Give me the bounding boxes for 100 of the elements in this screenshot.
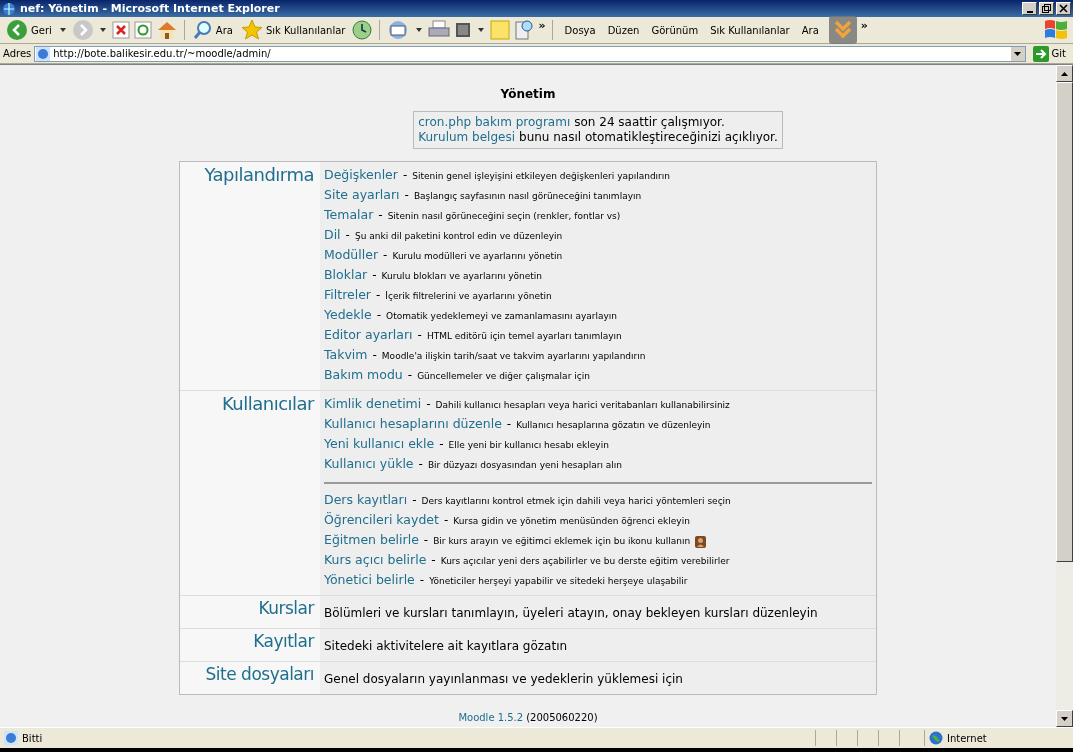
- admin-link[interactable]: Bloklar: [324, 267, 368, 282]
- dash-separator: -: [506, 417, 512, 431]
- section-description: Genel dosyaların yayınlanması ve yedeklerin yüklemesi için: [324, 671, 684, 688]
- overflow-chevron[interactable]: »: [538, 19, 546, 32]
- admin-link[interactable]: Öğrencileri kaydet: [324, 512, 439, 527]
- dash-separator: -: [345, 228, 350, 242]
- dash-separator: -: [372, 268, 377, 282]
- dash-separator: -: [419, 573, 425, 587]
- admin-link[interactable]: Ders kayıtları: [324, 492, 408, 507]
- admin-link[interactable]: Kullanıcı hesaplarını düzenle: [324, 416, 502, 431]
- menu-item[interactable]: Dosya: [558, 24, 602, 36]
- download-icon[interactable]: [828, 16, 857, 44]
- history-icon[interactable]: [351, 19, 374, 41]
- admin-link[interactable]: Bakım modu: [324, 367, 403, 382]
- page-icon: [4, 731, 18, 745]
- link-description: Güncellemeler ve diğer çalışmalar için: [417, 371, 590, 381]
- admin-link[interactable]: Editor ayarları: [324, 327, 413, 342]
- notice-link[interactable]: cron.php bakım programı: [418, 115, 571, 130]
- dash-separator: -: [417, 328, 422, 342]
- globe-icon: [2, 1, 16, 16]
- section-link[interactable]: Yapılandırma: [204, 164, 314, 185]
- admin-link[interactable]: Modüller: [324, 247, 379, 262]
- close-icon: [1059, 4, 1068, 13]
- dash-separator: -: [378, 208, 383, 222]
- search-button[interactable]: Ara: [190, 20, 235, 40]
- admin-link[interactable]: Site ayarları: [324, 187, 400, 202]
- section-link[interactable]: Kullanıcılar: [221, 393, 314, 414]
- status-text: Bitti: [22, 732, 43, 744]
- restore-icon: [1042, 4, 1051, 13]
- star-icon: [240, 19, 263, 41]
- dash-separator: -: [383, 248, 388, 262]
- admin-link[interactable]: Değişkenler: [324, 167, 398, 182]
- admin-link[interactable]: Kurs açıcı belirle: [324, 552, 427, 567]
- version-link[interactable]: Moodle 1.5.2: [458, 712, 524, 723]
- admin-link[interactable]: Takvim: [324, 347, 368, 362]
- version-number: (2005060220): [526, 712, 598, 723]
- stop-icon[interactable]: [111, 21, 130, 39]
- menu-item[interactable]: Sık Kullanılanlar: [704, 24, 796, 36]
- link-description: Bir kurs arayın ve eğitimci eklemek için bu ikonu kullanın: [433, 536, 691, 546]
- scroll-down-icon[interactable]: [1061, 716, 1068, 721]
- link-description: HTML editörü için temel ayarları tanımlayın: [426, 331, 622, 341]
- admin-link[interactable]: Yönetici belirle: [324, 572, 415, 587]
- link-description: Yöneticiler herşeyi yapabilir ve sitedeki herşeye ulaşabilir: [429, 576, 688, 586]
- notice-link[interactable]: Kurulum belgesi: [418, 130, 515, 145]
- window-title: nef: Yönetim - Microsoft Internet Explorer: [20, 2, 281, 15]
- link-description: Otomatik yedeklemeyi ve zamanlamasını ayarlayın: [386, 311, 617, 321]
- admin-link[interactable]: Kullanıcı yükle: [324, 456, 414, 471]
- link-description: Dahili kullanıcı hesapları veya harici veritabanları kullanabilirsiniz: [435, 400, 730, 410]
- menu-item[interactable]: Düzen: [601, 24, 646, 36]
- document-icon[interactable]: [454, 21, 473, 39]
- section-description: Sitedeki aktivitelere ait kayıtlara gözatın: [324, 638, 569, 655]
- maximize-button[interactable]: [1039, 2, 1054, 15]
- menu-item[interactable]: Görünüm: [645, 24, 705, 36]
- globe-icon: [929, 731, 943, 745]
- dash-separator: -: [443, 513, 449, 527]
- caret-icon[interactable]: [478, 28, 485, 32]
- vertical-scrollbar[interactable]: [1056, 65, 1073, 727]
- security-zone: Internet: [947, 732, 987, 744]
- refresh-icon[interactable]: [133, 21, 152, 39]
- admin-link[interactable]: Kimlik denetimi: [324, 396, 422, 411]
- arrow-icon: [1032, 45, 1049, 62]
- link-description: Kurulu blokları ve ayarlarını yönetin: [381, 271, 543, 281]
- dash-separator: -: [407, 368, 413, 382]
- admin-link[interactable]: Filtreler: [324, 287, 371, 302]
- notice-text: bunu nasıl otomatikleştireceğinizi açıklıyor.: [519, 130, 778, 145]
- dash-separator: -: [404, 188, 409, 202]
- admin-link[interactable]: Yedekle: [324, 307, 372, 322]
- dash-separator: -: [376, 288, 381, 302]
- link-description: Kullanıcı hesaplarına gözatın ve düzenleyin: [516, 420, 711, 430]
- printer-icon[interactable]: [428, 20, 451, 40]
- address-field[interactable]: http://bote.balikesir.edu.tr/~moodle/admin/: [34, 45, 1026, 62]
- overflow-chevron[interactable]: »: [860, 19, 868, 32]
- user-icon: [695, 536, 707, 548]
- research-icon[interactable]: [514, 19, 535, 41]
- dash-separator: -: [418, 457, 423, 471]
- dash-separator: -: [372, 348, 377, 362]
- dropdown-arrow-icon[interactable]: [1014, 51, 1022, 56]
- notice-text: son 24 saattir çalışmıyor.: [574, 115, 725, 130]
- go-button[interactable]: Git: [1028, 45, 1070, 62]
- back-button[interactable]: Geri: [4, 19, 54, 41]
- admin-link[interactable]: Dil: [324, 227, 341, 242]
- dash-separator: -: [423, 533, 429, 547]
- caret-icon[interactable]: [416, 28, 423, 32]
- link-description: Şu anki dil paketini kontrol edin ve düzenleyin: [354, 231, 563, 241]
- scroll-up-icon[interactable]: [1061, 71, 1068, 76]
- caret-icon[interactable]: [59, 28, 66, 32]
- admin-link[interactable]: Eğitmen belirle: [324, 532, 419, 547]
- menu-item[interactable]: Ara: [795, 24, 825, 36]
- page-heading: Yönetim: [500, 87, 556, 101]
- link-description: Sitenin nasıl görüneceğini seçin (renkler, fontlar vs): [387, 211, 621, 221]
- favorites-button[interactable]: Sık Kullanılanlar: [238, 19, 348, 41]
- caret-icon[interactable]: [99, 28, 106, 32]
- link-description: Kursa gidin ve yönetim menüsünden öğrenci ekleyin: [453, 516, 690, 526]
- admin-link[interactable]: Yeni kullanıcı ekle: [324, 436, 435, 451]
- page-icon: [36, 46, 51, 61]
- minimize-button[interactable]: [1022, 2, 1037, 15]
- link-description: Elle yeni bir kullanıcı hesabı ekleyin: [448, 440, 609, 450]
- close-button[interactable]: [1056, 2, 1071, 15]
- admin-link[interactable]: Temalar: [324, 207, 374, 222]
- link-description: Başlangıç sayfasının nasıl görüneceğini tanımlayın: [413, 191, 642, 201]
